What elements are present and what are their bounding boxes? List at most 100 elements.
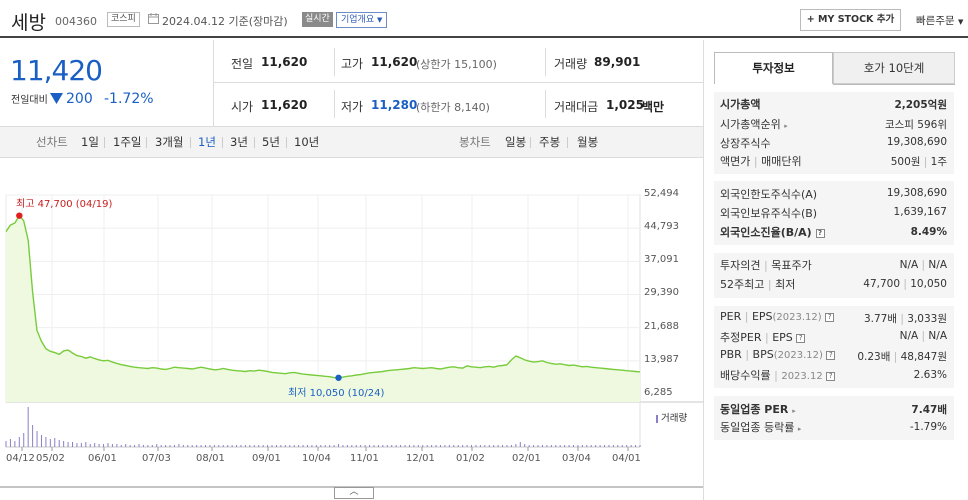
diff-label: 전일대비 [11,95,48,106]
period-1y[interactable]: 1년 [198,134,216,150]
volume-bar [338,444,340,447]
divider [213,40,214,126]
foreign-ratio-row: 외국인소진율(B/A) ? [720,224,825,240]
company-info-dropdown[interactable]: 기업개요 ▼ [336,12,388,28]
candle-monthly[interactable]: 월봉 [577,134,598,150]
x-tick-label: 03/04 [562,453,591,464]
volume-bar [471,445,473,447]
volume-bar [80,443,82,447]
volume-bar [453,445,455,447]
divider [545,48,546,76]
est-eps-value: N/A [928,330,947,342]
volume-bar [382,445,384,447]
help-icon[interactable]: ? [796,333,806,343]
volume-bar [222,445,224,447]
per-row: PER | EPS(2023.12) ? [720,310,835,323]
sector-change-link[interactable]: 동일업종 등락률 ▸ [720,419,801,435]
help-icon[interactable]: ? [826,350,836,360]
period-10y[interactable]: 10년 [294,134,319,150]
volume-bar [240,445,242,447]
period-3m[interactable]: 3개월 [155,134,183,150]
market-cap-rank-link[interactable]: 시가총액순위 ▸ [720,116,788,132]
volume-bar [27,407,29,447]
y-tick-label: 13,987 [644,353,679,365]
min-price-annotation: 최저 10,050 (10/24) [288,388,385,399]
volume-bar [484,445,486,447]
volume-bar [621,445,623,447]
volume-bar [236,445,238,447]
help-icon[interactable]: ? [825,312,835,322]
volume-bar [493,445,495,447]
volume-bar [604,445,606,447]
volume-bar [555,445,557,447]
volume-bar [182,445,184,447]
volume-bar [510,445,512,447]
volume-bar [120,445,122,447]
period-5y[interactable]: 5년 [262,134,280,150]
bps-value: 48,847원 [900,351,947,363]
volume-value: 89,901 [594,55,641,69]
week52-high-label: 52주최고 [720,278,765,291]
volume-bar [533,445,535,447]
volume-bar [111,444,113,447]
help-icon[interactable]: ? [826,371,836,381]
volume-bar [32,425,34,447]
volume-bar [213,445,215,447]
candle-daily[interactable]: 일봉 [505,134,526,150]
volume-bar [54,438,56,447]
volume-bar [391,445,393,447]
par-value-label: 액면가 [720,155,751,168]
price-chart[interactable] [0,160,703,500]
volume-bar [258,445,260,447]
volume-bar [577,445,579,447]
y-tick-label: 44,793 [644,221,679,233]
help-icon[interactable]: ? [815,228,825,238]
period-1d[interactable]: 1일 [81,134,99,150]
market-cap-value: 2,205억원 [894,99,947,111]
current-price: 11,420 [10,54,103,87]
volume-bar [351,445,353,447]
diff-percent: -1.72% [104,91,154,107]
volume-bar [519,442,521,447]
max-price-annotation: 최고 47,700 (04/19) [16,199,113,210]
candle-weekly[interactable]: 주봉 [539,134,560,150]
period-1w[interactable]: 1주일 [113,134,141,150]
separator [222,137,223,148]
volume-bar [227,445,229,447]
y-tick-label: 21,688 [644,320,679,332]
volume-bar [289,445,291,447]
volume-bar [40,435,42,447]
volume-bar [298,445,300,447]
foreign-holding-label: 외국인보유주식수(B) [720,207,818,220]
volume-bar [151,445,153,447]
tab-orderbook-10[interactable]: 호가 10단계 [833,52,955,84]
volume-bar [209,445,211,447]
sector-per-label: 동일업종 PER [720,403,789,416]
volume-bar [395,445,397,447]
volume-bar [568,445,570,447]
volume-bar [364,445,366,447]
tab-investment-info[interactable]: 투자정보 [714,52,833,84]
period-3y[interactable]: 3년 [230,134,248,150]
volume-bar [342,445,344,447]
volume-bar [404,445,406,447]
quick-order-link[interactable]: 빠른주문 ▼ [916,13,963,28]
upper-limit: (상한가 15,100) [416,58,497,71]
dividend-yield-label: 배당수익률 [720,369,771,382]
diff-value: 200 [66,91,93,107]
est-per-value: N/A [899,330,919,342]
sector-per-link[interactable]: 동일업종 PER ▸ [720,401,796,417]
add-my-stock-button[interactable]: + MY STOCK 추가 [800,9,901,31]
realtime-badge[interactable]: 실시간 [302,12,333,27]
collapse-button[interactable]: ︿ [334,487,374,499]
foreign-limit-value: 19,308,690 [886,187,947,199]
volume-bar [541,445,543,447]
volume-bar [244,445,246,447]
est-per-values: N/A | N/A [899,330,947,342]
x-tick-label: 10/04 [302,453,331,464]
dividend-row: 배당수익률 | 2023.12 ? [720,367,836,383]
volume-bar [639,445,641,447]
volume-bar [306,445,308,447]
volume-bar [134,445,136,447]
volume-bar [617,445,619,447]
